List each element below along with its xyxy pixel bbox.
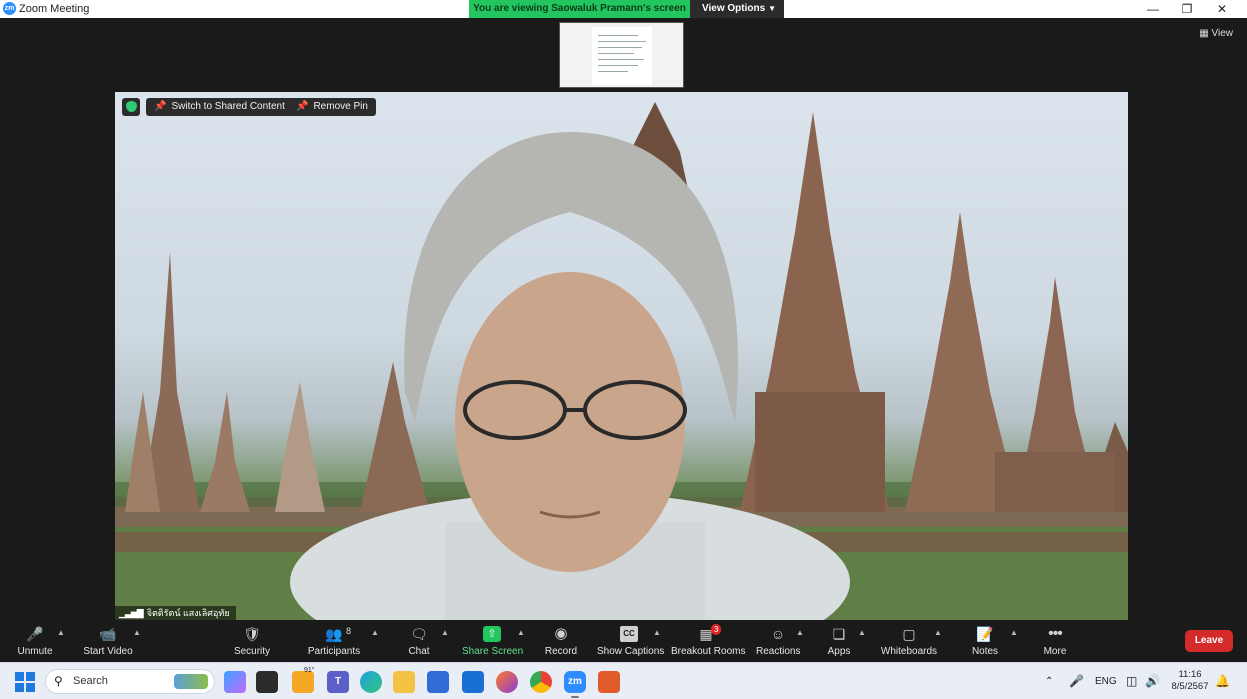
remove-pin-button[interactable]: 📌 Remove Pin — [288, 98, 376, 116]
notes-icon: 📝 — [976, 626, 994, 642]
share-screen-icon: ⇧ — [483, 626, 501, 642]
microsoft-store-icon[interactable] — [427, 671, 449, 693]
share-banner-text: You are viewing Saowaluk Pramann's scree… — [469, 0, 690, 18]
restore-button[interactable]: ❐ — [1170, 0, 1204, 18]
switch-to-shared-content-button[interactable]: 📌 Switch to Shared Content — [146, 98, 293, 116]
participants-icon: 👥 — [325, 626, 343, 642]
volume-icon[interactable]: 🔊 — [1145, 663, 1160, 699]
chat-button[interactable]: 🗨 Chat — [399, 620, 439, 662]
snipping-tool-icon[interactable] — [598, 671, 620, 693]
signal-bars-icon: ▁▃▅▇ — [119, 608, 144, 618]
reactions-options-caret[interactable]: ▲ — [796, 628, 804, 637]
whiteboards-button[interactable]: ▢ Whiteboards — [878, 620, 940, 662]
reactions-button[interactable]: ☺ Reactions — [756, 620, 800, 662]
record-icon: ◉ — [554, 625, 568, 642]
search-icon: ⚲ — [54, 674, 63, 688]
switch-label: Switch to Shared Content — [171, 101, 285, 112]
search-highlight-image — [174, 674, 208, 689]
network-icon[interactable]: ◫ — [1126, 663, 1137, 699]
copilot-icon[interactable] — [224, 671, 246, 693]
more-button[interactable]: ••• More — [1036, 620, 1074, 662]
view-options-button[interactable]: View Options ▼ — [690, 0, 784, 18]
participant-name: จิตติรัตน์ แสงเลิศอุทัย — [146, 608, 230, 618]
apps-button[interactable]: ❏ Apps — [824, 620, 854, 662]
clock-date: 8/5/2567 — [1171, 681, 1209, 692]
meeting-toolbar: 🎤 Unmute ▲ 📹 Start Video ▲ 🛡 Security 👥 … — [0, 620, 1247, 662]
whiteboards-options-caret[interactable]: ▲ — [934, 628, 942, 637]
firefox-icon[interactable] — [496, 671, 518, 693]
view-options-label: View Options — [702, 3, 766, 14]
security-button[interactable]: 🛡 Security — [227, 620, 277, 662]
participants-button[interactable]: 👥 8 Participants — [304, 620, 364, 662]
input-language[interactable]: ENG — [1095, 663, 1117, 699]
shared-screen-thumbnail[interactable] — [559, 22, 684, 88]
notes-options-caret[interactable]: ▲ — [1010, 628, 1018, 637]
windows-taskbar: ⚲ Search 91° T zm ⌃ 🎤 ENG ◫ 🔊 11:16 8/5/… — [0, 662, 1247, 699]
chat-options-caret[interactable]: ▲ — [441, 628, 449, 637]
participant-name-tag: ▁▃▅▇ จิตติรัตน์ แสงเลิศอุทัย — [115, 606, 236, 620]
captions-icon: CC — [620, 626, 638, 642]
windows-start-icon[interactable] — [15, 672, 35, 692]
show-captions-button[interactable]: CC Show Captions — [597, 620, 664, 662]
reactions-icon: ☺ — [770, 626, 786, 642]
participants-count: 8 — [346, 626, 352, 636]
edge-icon[interactable] — [360, 671, 382, 693]
view-button[interactable]: ▦ View — [1199, 28, 1233, 39]
notification-bell-icon[interactable]: 🔔 — [1215, 663, 1230, 699]
record-button[interactable]: ◉ Record — [541, 620, 581, 662]
microphone-muted-icon: 🎤 — [26, 626, 44, 642]
shield-icon: 🛡 — [243, 626, 261, 642]
grid-view-icon: ▦ — [1199, 28, 1209, 39]
notes-button[interactable]: 📝 Notes — [967, 620, 1003, 662]
microphone-icon[interactable]: 🎤 — [1069, 663, 1084, 699]
teams-icon[interactable]: T — [327, 671, 349, 693]
whiteboard-icon: ▢ — [902, 626, 916, 642]
participants-options-caret[interactable]: ▲ — [371, 628, 379, 637]
share-banner: You are viewing Saowaluk Pramann's scree… — [469, 0, 784, 18]
zoom-logo-icon: zm — [3, 2, 16, 15]
remove-pin-label: Remove Pin — [313, 101, 368, 112]
minimize-button[interactable]: — — [1136, 0, 1170, 18]
pin-icon: 📌 — [154, 101, 167, 112]
video-options-caret[interactable]: ▲ — [133, 628, 141, 637]
close-button[interactable]: ✕ — [1205, 0, 1239, 18]
system-clock[interactable]: 11:16 8/5/2567 — [1168, 669, 1212, 693]
active-app-indicator — [571, 696, 579, 698]
search-placeholder: Search — [73, 675, 108, 687]
clock-time: 11:16 — [1178, 669, 1202, 680]
task-view-icon[interactable] — [256, 671, 278, 693]
show-hidden-icons-chevron-up-icon[interactable]: ⌃ — [1045, 663, 1053, 699]
more-dots-icon: ••• — [1048, 625, 1063, 642]
virtual-background-temple — [115, 102, 1128, 620]
participant-video: 📌 Switch to Shared Content 📌 Remove Pin ▁▃… — [115, 92, 1128, 620]
encryption-shield-icon[interactable] — [122, 98, 140, 116]
share-options-caret[interactable]: ▲ — [517, 628, 525, 637]
audio-options-caret[interactable]: ▲ — [57, 628, 65, 637]
weather-icon[interactable] — [292, 671, 314, 693]
window-title: Zoom Meeting — [19, 3, 90, 15]
apps-icon: ❏ — [832, 626, 846, 642]
view-button-label: View — [1211, 28, 1234, 39]
file-explorer-icon[interactable] — [393, 671, 415, 693]
leave-button[interactable]: Leave — [1185, 630, 1233, 652]
apps-options-caret[interactable]: ▲ — [858, 628, 866, 637]
chrome-icon[interactable] — [530, 671, 552, 693]
mail-icon[interactable] — [462, 671, 484, 693]
taskbar-search[interactable]: ⚲ Search — [45, 669, 215, 694]
unmute-button[interactable]: 🎤 Unmute — [10, 620, 60, 662]
video-off-icon: 📹 — [99, 626, 117, 642]
breakout-rooms-badge: 3 — [711, 624, 722, 635]
weather-temp: 91° — [304, 667, 315, 674]
chevron-down-icon: ▼ — [768, 4, 776, 13]
captions-options-caret[interactable]: ▲ — [653, 628, 661, 637]
zoom-taskbar-icon[interactable]: zm — [564, 671, 586, 693]
title-bar: zm Zoom Meeting You are viewing Saowaluk… — [0, 0, 1247, 18]
chat-icon: 🗨 — [410, 626, 428, 642]
start-video-button[interactable]: 📹 Start Video — [78, 620, 138, 662]
share-screen-button[interactable]: ⇧ Share Screen — [462, 620, 523, 662]
breakout-rooms-button[interactable]: ▦ 3 Breakout Rooms — [671, 620, 745, 662]
pin-icon: 📌 — [296, 101, 309, 112]
